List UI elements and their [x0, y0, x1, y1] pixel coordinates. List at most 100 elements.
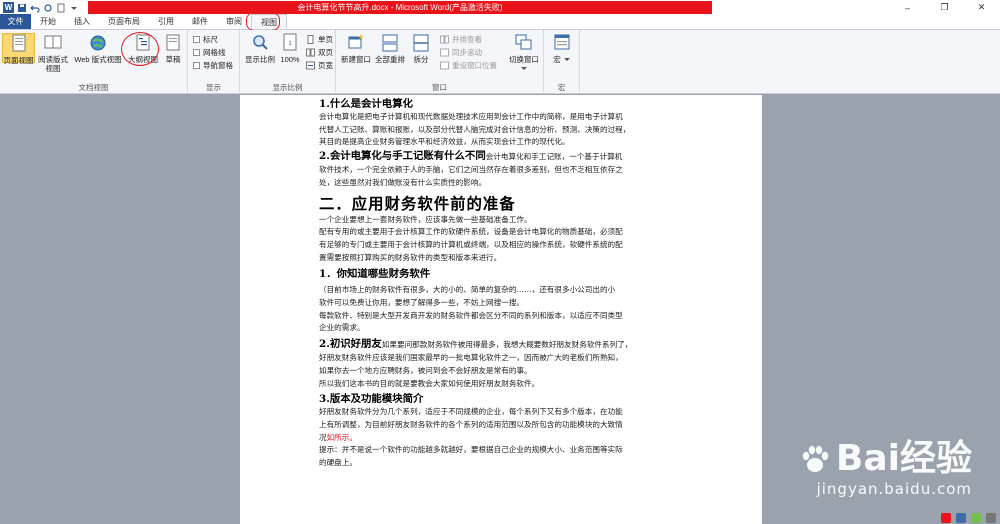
reading-icon	[44, 35, 62, 49]
tray-icon[interactable]	[971, 513, 981, 523]
side-by-side-button[interactable]: 并排查看	[440, 34, 482, 45]
gridlines-checkbox[interactable]: 网格线	[193, 47, 226, 58]
save-icon[interactable]	[17, 3, 27, 13]
page-width-button[interactable]: 页宽	[306, 60, 333, 71]
arrange-all-button[interactable]: 全部重排	[374, 33, 406, 64]
macros-icon	[554, 34, 570, 50]
split-label: 拆分	[413, 55, 429, 64]
tab-page-layout[interactable]: 页面布局	[99, 14, 149, 29]
tab-view[interactable]: 视图	[246, 12, 287, 31]
paragraph-line: 会计电算化是把电子计算机和现代数据处理技术应用到会计工作中的简称，是用电子计算机	[319, 112, 623, 121]
paragraph-line: 好朋友财务软件分为几个系列，适应于不同规模的企业，每个系列下又有多个版本，在功能	[319, 407, 623, 417]
paragraph-line: 企业的需求。	[319, 323, 365, 333]
baidu-jingyan-watermark: Bai经验 jingyan.baidu.com	[798, 440, 972, 498]
tab-mailings[interactable]: 邮件	[183, 14, 217, 29]
nav-pane-label: 导航窗格	[203, 61, 233, 70]
print-layout-button[interactable]: 页面视图	[2, 33, 35, 65]
zoom-100-button[interactable]: 1 100%	[277, 33, 303, 64]
tab-file[interactable]: 文件	[0, 14, 31, 29]
close-button[interactable]: ✕	[963, 0, 1000, 15]
window-group-label: 窗口	[432, 83, 447, 92]
ruler-checkbox[interactable]: 标尺	[193, 34, 218, 45]
ime-icon[interactable]	[941, 513, 951, 523]
new-window-button[interactable]: 新建窗口	[340, 33, 372, 64]
switch-windows-button[interactable]: 切换窗口	[506, 33, 542, 73]
switch-windows-icon	[515, 34, 532, 50]
tray-icon[interactable]	[956, 513, 966, 523]
redo-icon[interactable]	[43, 3, 53, 13]
one-page-icon	[307, 35, 314, 44]
sync-scroll-button[interactable]: 同步滚动	[440, 47, 482, 58]
paragraph-inline: 如果要问那款财务软件被用得最多，我想大概要数好朋友财务软件系列了，	[381, 340, 633, 350]
two-pages-button[interactable]: 双页	[306, 47, 333, 58]
watermark-url: jingyan.baidu.com	[816, 480, 972, 498]
system-tray	[937, 512, 1000, 524]
side-by-side-icon	[440, 35, 449, 44]
outline-highlight-circle	[121, 32, 159, 66]
draft-icon	[166, 34, 180, 51]
gridlines-label: 网格线	[203, 48, 226, 57]
window-title: 会计电算化节节高升.docx - Microsoft Word(产品激活失败)	[88, 1, 712, 14]
draft-view-button[interactable]: 草稿	[160, 33, 186, 64]
one-page-button[interactable]: 单页	[306, 34, 333, 45]
paragraph-line: 代替人工记账、算账和报账，以及部分代替人脑完成对会计信息的分析、预测、决策的过程…	[319, 124, 631, 134]
zoom-button[interactable]: 显示比例	[243, 33, 277, 64]
arrange-all-label: 全部重排	[375, 55, 405, 64]
full-screen-reading-button[interactable]: 阅读版式视图	[37, 33, 69, 73]
paragraph-line: 软件技术，一个完全依赖于人的手脑，它们之间当然存在着很多差别，但也不乏相互依存之	[319, 165, 623, 175]
two-pages-label: 双页	[318, 48, 333, 57]
reset-position-icon	[440, 61, 449, 70]
macros-group: 宏 宏	[544, 30, 580, 94]
ruler-label: 标尺	[203, 35, 218, 44]
split-button[interactable]: 拆分	[408, 33, 434, 64]
minimize-button[interactable]: –	[889, 0, 926, 15]
word-app-icon[interactable]: W	[3, 2, 14, 13]
heading-which-software: 1．你知道哪些财务软件	[319, 268, 431, 281]
paragraph-line: 处，这些虽然对我们做账没有什么实质性的影响。	[319, 177, 487, 187]
ruler-checkbox-box	[193, 36, 200, 43]
macros-button[interactable]: 宏	[547, 33, 577, 64]
restore-button[interactable]: ❐	[926, 0, 963, 15]
zoom-group-label: 显示比例	[272, 83, 303, 92]
sync-scroll-label: 同步滚动	[452, 48, 482, 57]
reset-position-button[interactable]: 重设窗口位置	[440, 60, 497, 71]
document-page[interactable]: 1.什么是会计电算化 会计电算化是把电子计算机和现代数据处理技术应用到会计工作中…	[240, 95, 762, 524]
tab-insert[interactable]: 插入	[65, 14, 99, 29]
zoom-group: 显示比例 1 100% 单页 双页 页宽 显示比例	[240, 30, 336, 94]
tab-home[interactable]: 开始	[31, 14, 65, 29]
split-icon	[413, 34, 429, 52]
sync-scroll-icon	[440, 48, 449, 57]
new-window-icon	[348, 34, 364, 49]
arrange-all-icon	[382, 34, 398, 52]
macros-group-label: 宏	[557, 83, 566, 92]
show-group: 标尺 网格线 导航窗格 显示	[188, 30, 240, 94]
page-width-label: 页宽	[318, 61, 333, 70]
tab-references[interactable]: 引用	[149, 14, 183, 29]
undo-icon[interactable]	[30, 3, 40, 13]
ribbon-tabs: 文件 开始 插入 页面布局 引用 邮件 审阅 视图	[0, 12, 1000, 31]
paragraph-line: 置需要按照打算购买的财务软件的类型和版本来进行。	[319, 252, 502, 262]
draft-view-label: 草稿	[165, 55, 181, 64]
paragraph-inline: 会计电算化和手工记账，一个基于计算机	[485, 152, 623, 162]
document-views-group: 页面视图 阅读版式视图 Web 版式视图 大纲视图 草稿 文档视图	[0, 30, 188, 94]
print-preview-icon[interactable]	[56, 3, 66, 13]
side-by-side-label: 并排查看	[452, 35, 482, 44]
customize-qat-icon[interactable]	[69, 3, 79, 13]
paragraph-line: 如果你去一个地方应聘财务，被问到会不会好朋友是常有的事。	[319, 365, 532, 375]
paragraph-line: 好朋友财务软件应该是我们国家最早的一批电算化软件之一，因而被广大的老板们所熟知，	[319, 353, 623, 363]
paragraph-line: 的硬盘上。	[319, 458, 357, 468]
section-title: 二．应用财务软件前的准备	[319, 194, 516, 213]
ribbon: 页面视图 阅读版式视图 Web 版式视图 大纲视图 草稿 文档视图 标尺 网格线…	[0, 30, 1000, 94]
show-group-label: 显示	[206, 83, 221, 92]
heading-versions: 3.版本及功能模块简介	[319, 393, 424, 406]
paragraph-line: （目前市场上的财务软件有很多，大的小的、简单的复杂的……，还有很多小公司出的小	[319, 285, 616, 295]
document-content[interactable]: 1.什么是会计电算化 会计电算化是把电子计算机和现代数据处理技术应用到会计工作中…	[319, 98, 689, 470]
one-page-label: 单页	[318, 35, 333, 44]
chevron-down-icon	[521, 67, 527, 70]
paragraph-line: 上有所调整，为目前好朋友财务软件的各个系列的适用范围以及所包含的功能模块的大致情	[319, 419, 623, 429]
paragraph-line: 提示：并不是说一个软件的功能越多就越好，要根据自己企业的规模大小、业务范围等实际	[319, 445, 623, 455]
paragraph-line: 其目的是提高企业财务管理水平和经济效益，从而实现会计工作的现代化。	[319, 137, 570, 147]
nav-pane-checkbox[interactable]: 导航窗格	[193, 60, 233, 71]
web-layout-button[interactable]: Web 版式视图	[72, 33, 124, 64]
tray-icon[interactable]	[986, 513, 996, 523]
